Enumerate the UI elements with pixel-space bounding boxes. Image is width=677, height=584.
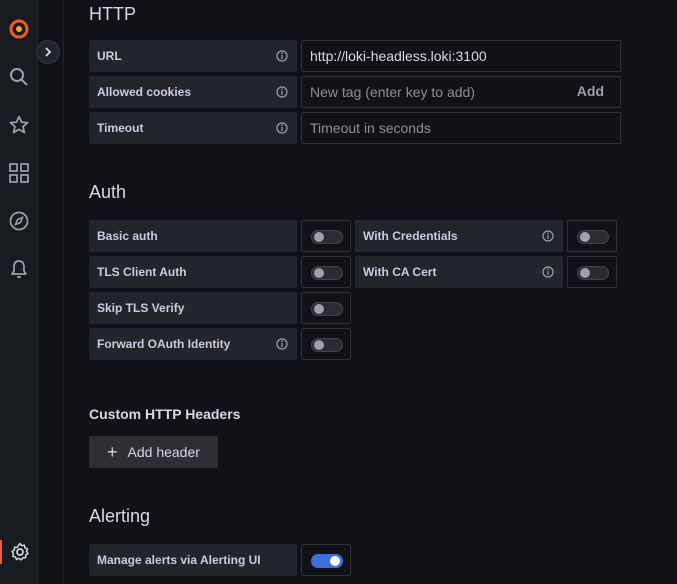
forward-oauth-label: Forward OAuth Identity bbox=[89, 328, 297, 360]
basic-auth-label: Basic auth bbox=[89, 220, 297, 252]
info-icon[interactable] bbox=[276, 122, 288, 134]
toggle-knob bbox=[314, 232, 324, 242]
allowed-cookies-input[interactable]: New tag (enter key to add) Add bbox=[301, 76, 621, 108]
alerting-section-title: Alerting bbox=[89, 506, 151, 526]
url-label: URL bbox=[89, 40, 297, 72]
basic-auth-toggle[interactable] bbox=[311, 230, 343, 244]
search-icon[interactable] bbox=[7, 65, 31, 89]
allowed-cookies-label-text: Allowed cookies bbox=[97, 85, 192, 99]
url-input[interactable]: http://loki-headless.loki:3100 bbox=[301, 40, 621, 72]
timeout-label-text: Timeout bbox=[97, 121, 144, 135]
skip-tls-verify-label-text: Skip TLS Verify bbox=[97, 301, 185, 315]
star-icon[interactable] bbox=[7, 113, 31, 137]
with-credentials-toggle[interactable] bbox=[577, 230, 609, 244]
with-credentials-label-text: With Credentials bbox=[363, 229, 458, 243]
custom-headers-title: Custom HTTP Headers bbox=[89, 406, 241, 422]
skip-tls-verify-toggle[interactable] bbox=[311, 302, 343, 316]
with-ca-cert-label-text: With CA Cert bbox=[363, 265, 437, 279]
manage-alerts-switch-box bbox=[301, 544, 351, 576]
http-section-title: HTTP bbox=[89, 4, 136, 24]
basic-auth-switch-box bbox=[301, 220, 351, 252]
with-credentials-switch-box bbox=[567, 220, 617, 252]
info-icon[interactable] bbox=[276, 50, 288, 62]
info-icon[interactable] bbox=[542, 230, 554, 242]
chevron-right-icon bbox=[45, 47, 52, 57]
dashboards-icon[interactable] bbox=[7, 161, 31, 185]
add-cookie-button[interactable]: Add bbox=[577, 83, 604, 99]
toggle-knob bbox=[330, 556, 340, 566]
manage-alerts-label-text: Manage alerts via Alerting UI bbox=[97, 553, 261, 567]
timeout-label: Timeout bbox=[89, 112, 297, 144]
toggle-knob bbox=[580, 232, 590, 242]
sidebar bbox=[0, 0, 38, 584]
skip-tls-verify-switch-box bbox=[301, 292, 351, 324]
info-icon[interactable] bbox=[276, 86, 288, 98]
tls-client-auth-label: TLS Client Auth bbox=[89, 256, 297, 288]
allowed-cookies-placeholder: New tag (enter key to add) bbox=[310, 84, 475, 100]
toggle-knob bbox=[314, 304, 324, 314]
forward-oauth-toggle[interactable] bbox=[311, 338, 343, 352]
allowed-cookies-label: Allowed cookies bbox=[89, 76, 297, 108]
toggle-knob bbox=[314, 268, 324, 278]
url-label-text: URL bbox=[97, 49, 122, 63]
expand-sidebar-button[interactable] bbox=[36, 40, 60, 64]
alerting-icon[interactable] bbox=[7, 257, 31, 281]
toggle-knob bbox=[580, 268, 590, 278]
with-ca-cert-label: With CA Cert bbox=[355, 256, 563, 288]
add-header-button[interactable]: + Add header bbox=[89, 436, 218, 468]
tls-client-auth-switch-box bbox=[301, 256, 351, 288]
grafana-logo-icon[interactable] bbox=[7, 17, 31, 41]
forward-oauth-label-text: Forward OAuth Identity bbox=[97, 337, 231, 351]
explore-icon[interactable] bbox=[7, 209, 31, 233]
with-ca-cert-toggle[interactable] bbox=[577, 266, 609, 280]
panel-divider bbox=[63, 0, 64, 584]
with-credentials-label: With Credentials bbox=[355, 220, 563, 252]
manage-alerts-label: Manage alerts via Alerting UI bbox=[89, 544, 297, 576]
timeout-input[interactable]: Timeout in seconds bbox=[301, 112, 621, 144]
settings-icon[interactable] bbox=[0, 540, 38, 564]
tls-client-auth-label-text: TLS Client Auth bbox=[97, 265, 187, 279]
with-ca-cert-switch-box bbox=[567, 256, 617, 288]
info-icon[interactable] bbox=[542, 266, 554, 278]
basic-auth-label-text: Basic auth bbox=[97, 229, 158, 243]
toggle-knob bbox=[314, 340, 324, 350]
manage-alerts-toggle[interactable] bbox=[311, 554, 343, 568]
add-header-label: Add header bbox=[127, 444, 200, 460]
tls-client-auth-toggle[interactable] bbox=[311, 266, 343, 280]
skip-tls-verify-label: Skip TLS Verify bbox=[89, 292, 297, 324]
auth-section-title: Auth bbox=[89, 182, 127, 202]
plus-icon: + bbox=[107, 442, 118, 462]
forward-oauth-switch-box bbox=[301, 328, 351, 360]
info-icon[interactable] bbox=[276, 338, 288, 350]
